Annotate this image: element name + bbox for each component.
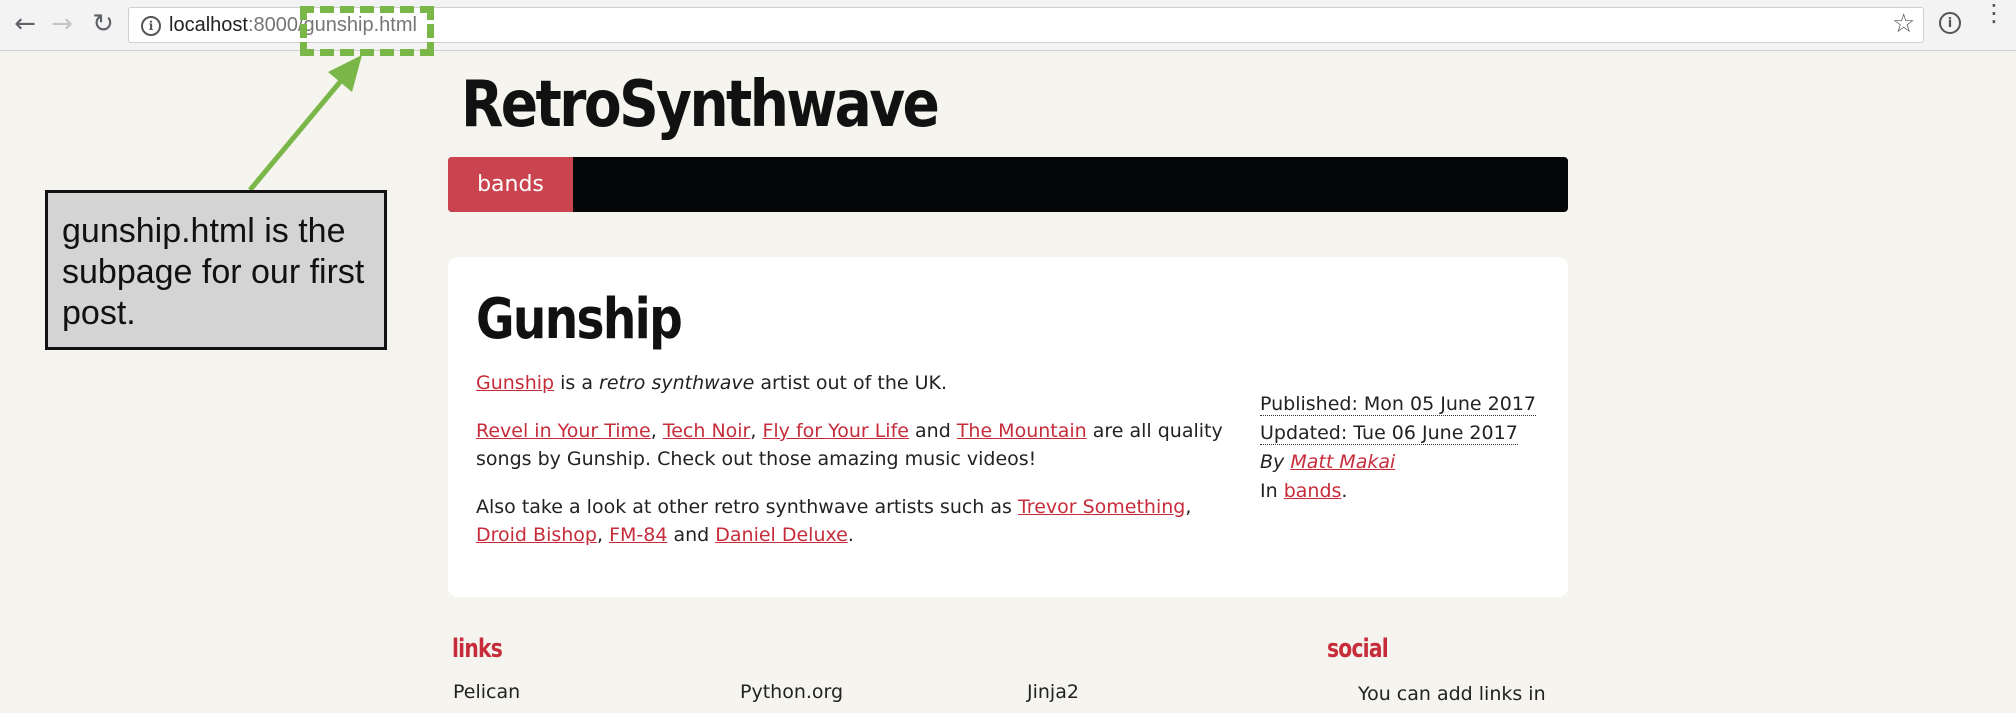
arrow-shaft — [248, 68, 352, 192]
annotation-arrow — [248, 55, 362, 192]
annotation-note: gunship.html is the subpage for our firs… — [45, 190, 387, 350]
